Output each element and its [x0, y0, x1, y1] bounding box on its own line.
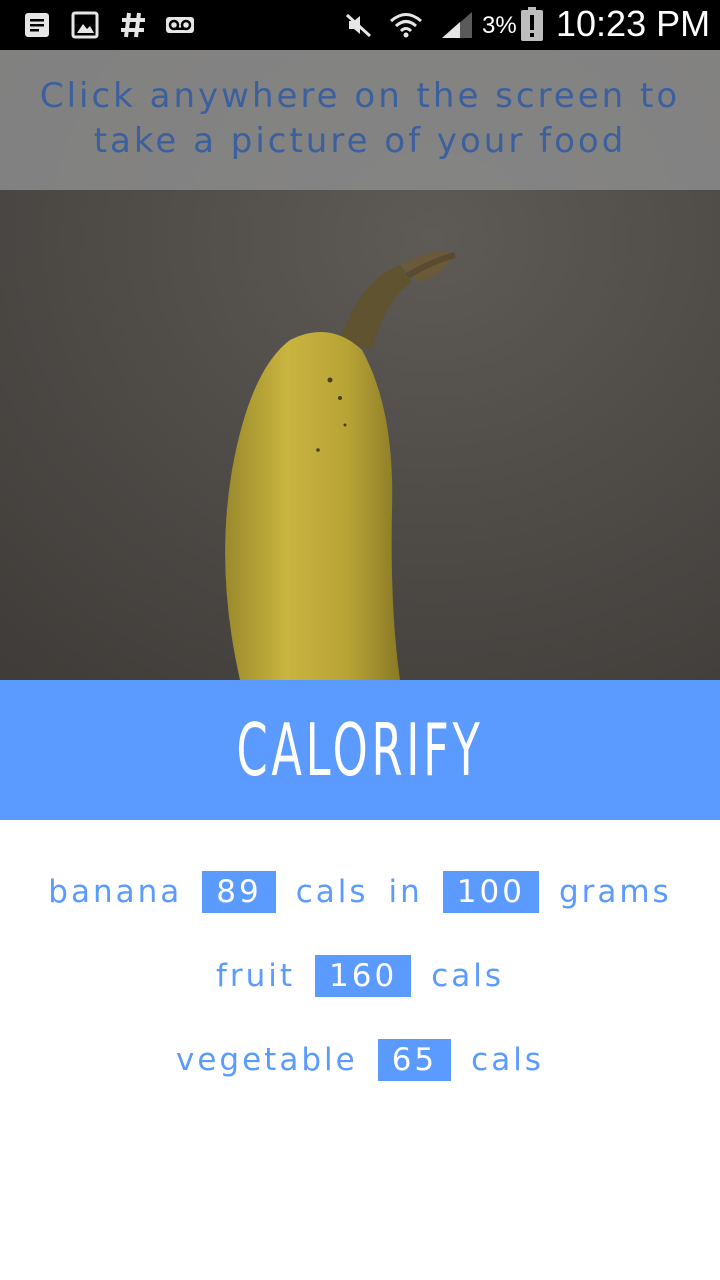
- unit-label: cals: [295, 874, 369, 910]
- battery-icon: [521, 7, 543, 41]
- mute-icon: [345, 13, 372, 38]
- weight-unit-label: grams: [558, 874, 672, 910]
- food-label: banana: [48, 874, 183, 910]
- app-title: CALORIFY: [236, 708, 484, 792]
- signal-icon: [442, 12, 472, 38]
- result-row-fruit: fruit 160 cals: [0, 954, 720, 998]
- food-label: vegetable: [176, 1042, 358, 1078]
- gram-value: 100: [442, 871, 539, 913]
- hint-bar: Click anywhere on the screen to take a p…: [0, 50, 720, 190]
- food-label: fruit: [215, 958, 296, 994]
- notes-icon: [25, 13, 49, 37]
- capture-hint: Click anywhere on the screen to take a p…: [39, 76, 681, 161]
- hashtag-icon: [121, 12, 145, 38]
- battery-percent: 3%: [482, 12, 517, 39]
- status-bar: 3% 10:23 PM: [0, 0, 720, 50]
- wifi-icon: [390, 13, 422, 38]
- calorie-value: 89: [202, 871, 276, 913]
- unit-label: cals: [431, 958, 505, 994]
- calorie-value: 65: [377, 1039, 452, 1081]
- result-row-vegetable: vegetable 65 cals: [0, 1038, 720, 1082]
- preposition-label: in: [388, 874, 423, 910]
- calorie-value: 160: [315, 955, 412, 997]
- brand-banner: CALORIFY: [0, 680, 720, 820]
- voicemail-icon: [166, 17, 194, 33]
- clock: 10:23 PM: [556, 3, 711, 44]
- camera-preview[interactable]: Click anywhere on the screen to take a p…: [0, 50, 720, 680]
- gallery-icon: [71, 11, 99, 39]
- unit-label: cals: [471, 1042, 544, 1078]
- result-row-banana: banana 89 cals in 100 grams: [0, 870, 720, 914]
